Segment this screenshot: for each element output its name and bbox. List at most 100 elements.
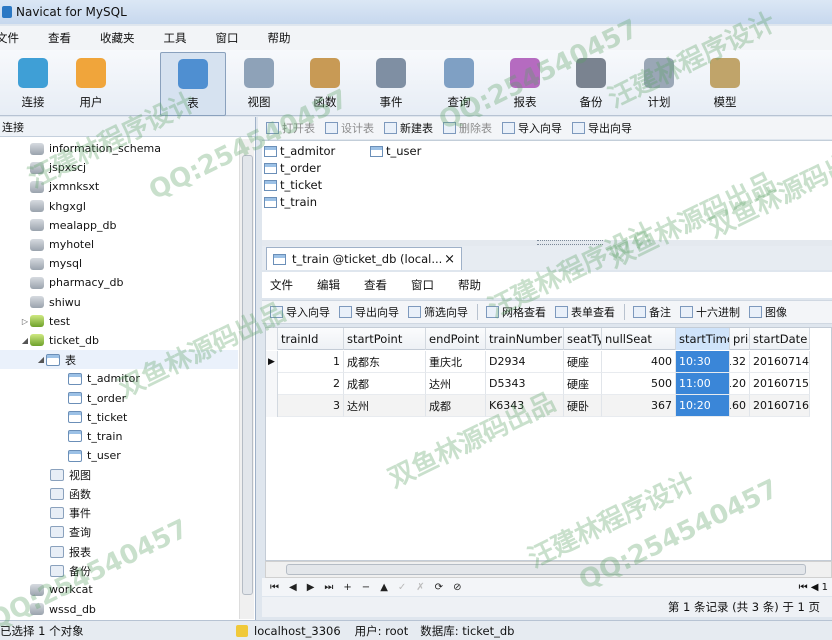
column-header-trainNumber[interactable]: trainNumber (486, 328, 564, 350)
tree-table-t_ticket[interactable]: t_ticket (0, 408, 238, 427)
table-cell[interactable]: 20160714 (750, 351, 810, 373)
splitter-grip[interactable] (537, 240, 603, 245)
editor-toolbar-button[interactable]: 十六进制 (680, 304, 740, 320)
toolbar-user-button[interactable]: 用户 (58, 52, 124, 116)
object-list-item-t_train[interactable]: t_train (264, 195, 317, 209)
tree-object-view[interactable]: 视图 (0, 465, 238, 484)
table-cell[interactable]: 10:20 (676, 395, 730, 417)
table-cell[interactable]: 成都东 (344, 351, 426, 373)
toolbar-backup-button[interactable]: 备份 (558, 52, 624, 116)
table-cell[interactable]: 160 (730, 395, 750, 417)
editor-toolbar-button[interactable]: 导出向导 (339, 304, 399, 320)
editor-toolbar-button[interactable]: 导入向导 (270, 304, 330, 320)
tree-object-report[interactable]: 报表 (0, 542, 238, 561)
tree-db-myhotel[interactable]: myhotel (0, 235, 238, 254)
tree-db-jxmnksxt[interactable]: jxmnksxt (0, 177, 238, 196)
object-list-item-t_user[interactable]: t_user (370, 144, 421, 158)
table-cell[interactable]: 132 (730, 351, 750, 373)
tree-db-pharmacy_db[interactable]: pharmacy_db (0, 273, 238, 292)
object-toolbar-button[interactable]: 设计表 (325, 120, 374, 136)
tree-db-mysql[interactable]: mysql (0, 254, 238, 273)
editor-menu-edit[interactable]: 编辑 (317, 277, 340, 293)
menu-help[interactable]: 帮助 (268, 30, 301, 46)
table-cell[interactable]: 400 (602, 351, 676, 373)
table-row[interactable]: ▶1成都东重庆北D2934硬座40010:3013220160714 (266, 351, 810, 373)
grid-scrollbar-thumb[interactable] (286, 564, 806, 575)
menu-view[interactable]: 查看 (48, 30, 81, 46)
menu-favorites[interactable]: 收藏夹 (100, 30, 145, 46)
next-record-icon[interactable]: ▶ (307, 582, 315, 593)
page-navigation[interactable]: ⏮ ◀ 1 (799, 582, 828, 593)
editor-toolbar-button[interactable]: 表单查看 (555, 304, 615, 320)
table-cell[interactable]: 硬卧 (564, 395, 602, 417)
toolbar-view-button[interactable]: 视图 (226, 52, 292, 116)
refresh-icon[interactable]: ⟳ (435, 582, 443, 593)
table-cell[interactable]: 120 (730, 373, 750, 395)
column-header-startDate[interactable]: startDate (750, 328, 810, 350)
editor-toolbar-button[interactable]: 图像 (749, 304, 787, 320)
table-cell[interactable]: 成都 (344, 373, 426, 395)
column-header-pric[interactable]: pric (730, 328, 750, 350)
editor-menu-view[interactable]: 查看 (364, 277, 387, 293)
toolbar-model-button[interactable]: 模型 (692, 52, 758, 116)
table-cell[interactable]: 成都 (426, 395, 486, 417)
tree-db-workcat[interactable]: workcat (0, 580, 238, 599)
tree-scrollbar-thumb[interactable] (242, 155, 253, 595)
prev-record-icon[interactable]: ◀ (289, 582, 297, 593)
tree-object-function[interactable]: 函数 (0, 484, 238, 503)
discard-edit-icon[interactable]: ✗ (416, 582, 424, 593)
tab-t-train[interactable]: t_train @ticket_db (local... × (266, 247, 462, 270)
tree-db-information_schema[interactable]: information_schema (0, 139, 238, 158)
tree-table-t_user[interactable]: t_user (0, 446, 238, 465)
editor-toolbar-button[interactable]: 备注 (633, 304, 671, 320)
toolbar-table-button[interactable]: 表 (160, 52, 226, 116)
last-record-icon[interactable]: ⏭ (324, 582, 333, 593)
tree-object-backup[interactable]: 备份 (0, 561, 238, 580)
tree-arrow-icon[interactable]: ◢ (36, 355, 46, 364)
column-header-seatTy[interactable]: seatTy (564, 328, 602, 350)
object-toolbar-button[interactable]: 导出向导 (572, 120, 632, 136)
table-cell[interactable]: 硬座 (564, 373, 602, 395)
object-toolbar-button[interactable]: 导入向导 (502, 120, 562, 136)
toolbar-connection-button[interactable]: 连接 (0, 52, 66, 116)
apply-changes-icon[interactable]: ▲ (380, 582, 388, 593)
object-list-item-t_order[interactable]: t_order (264, 161, 321, 175)
tree-db-khgxgl[interactable]: khgxgl (0, 197, 238, 216)
tree-table-t_train[interactable]: t_train (0, 427, 238, 446)
menu-tools[interactable]: 工具 (164, 30, 197, 46)
tree-db-jspxscj[interactable]: jspxscj (0, 158, 238, 177)
menu-file[interactable]: 文件 (0, 30, 29, 46)
editor-menu-file[interactable]: 文件 (270, 277, 293, 293)
tree-db-mealapp_db[interactable]: mealapp_db (0, 216, 238, 235)
tree-db-shiwu[interactable]: shiwu (0, 293, 238, 312)
table-cell[interactable]: 10:30 (676, 351, 730, 373)
tree-arrow-icon[interactable]: ◢ (20, 336, 30, 345)
table-cell[interactable]: 3 (278, 395, 344, 417)
editor-toolbar-button[interactable]: 筛选向导 (408, 304, 468, 320)
table-row[interactable]: 2成都达州D5343硬座50011:0012020160715 (266, 373, 810, 395)
table-cell[interactable]: 硬座 (564, 351, 602, 373)
table-cell[interactable]: 达州 (426, 373, 486, 395)
toolbar-event-button[interactable]: 事件 (358, 52, 424, 116)
close-icon[interactable]: × (444, 252, 455, 267)
table-cell[interactable]: D5343 (486, 373, 564, 395)
column-header-endPoint[interactable]: endPoint (426, 328, 486, 350)
editor-toolbar-button[interactable]: 网格查看 (486, 304, 546, 320)
table-cell[interactable]: D2934 (486, 351, 564, 373)
add-record-icon[interactable]: + (343, 582, 351, 593)
tree-table-t_admitor[interactable]: t_admitor (0, 369, 238, 388)
object-list-item-t_admitor[interactable]: t_admitor (264, 144, 335, 158)
table-cell[interactable]: K6343 (486, 395, 564, 417)
delete-record-icon[interactable]: − (362, 582, 370, 593)
tree-arrow-icon[interactable]: ▷ (20, 317, 30, 326)
editor-menu-help[interactable]: 帮助 (458, 277, 481, 293)
editor-menu-window[interactable]: 窗口 (411, 277, 434, 293)
table-cell[interactable]: 重庆北 (426, 351, 486, 373)
column-header-trainId[interactable]: trainId (278, 328, 344, 350)
tree-table-t_order[interactable]: t_order (0, 388, 238, 407)
table-cell[interactable]: 1 (278, 351, 344, 373)
table-cell[interactable]: 500 (602, 373, 676, 395)
object-toolbar-button[interactable]: 新建表 (384, 120, 433, 136)
column-header-startPoint[interactable]: startPoint (344, 328, 426, 350)
tree-object-query[interactable]: 查询 (0, 523, 238, 542)
